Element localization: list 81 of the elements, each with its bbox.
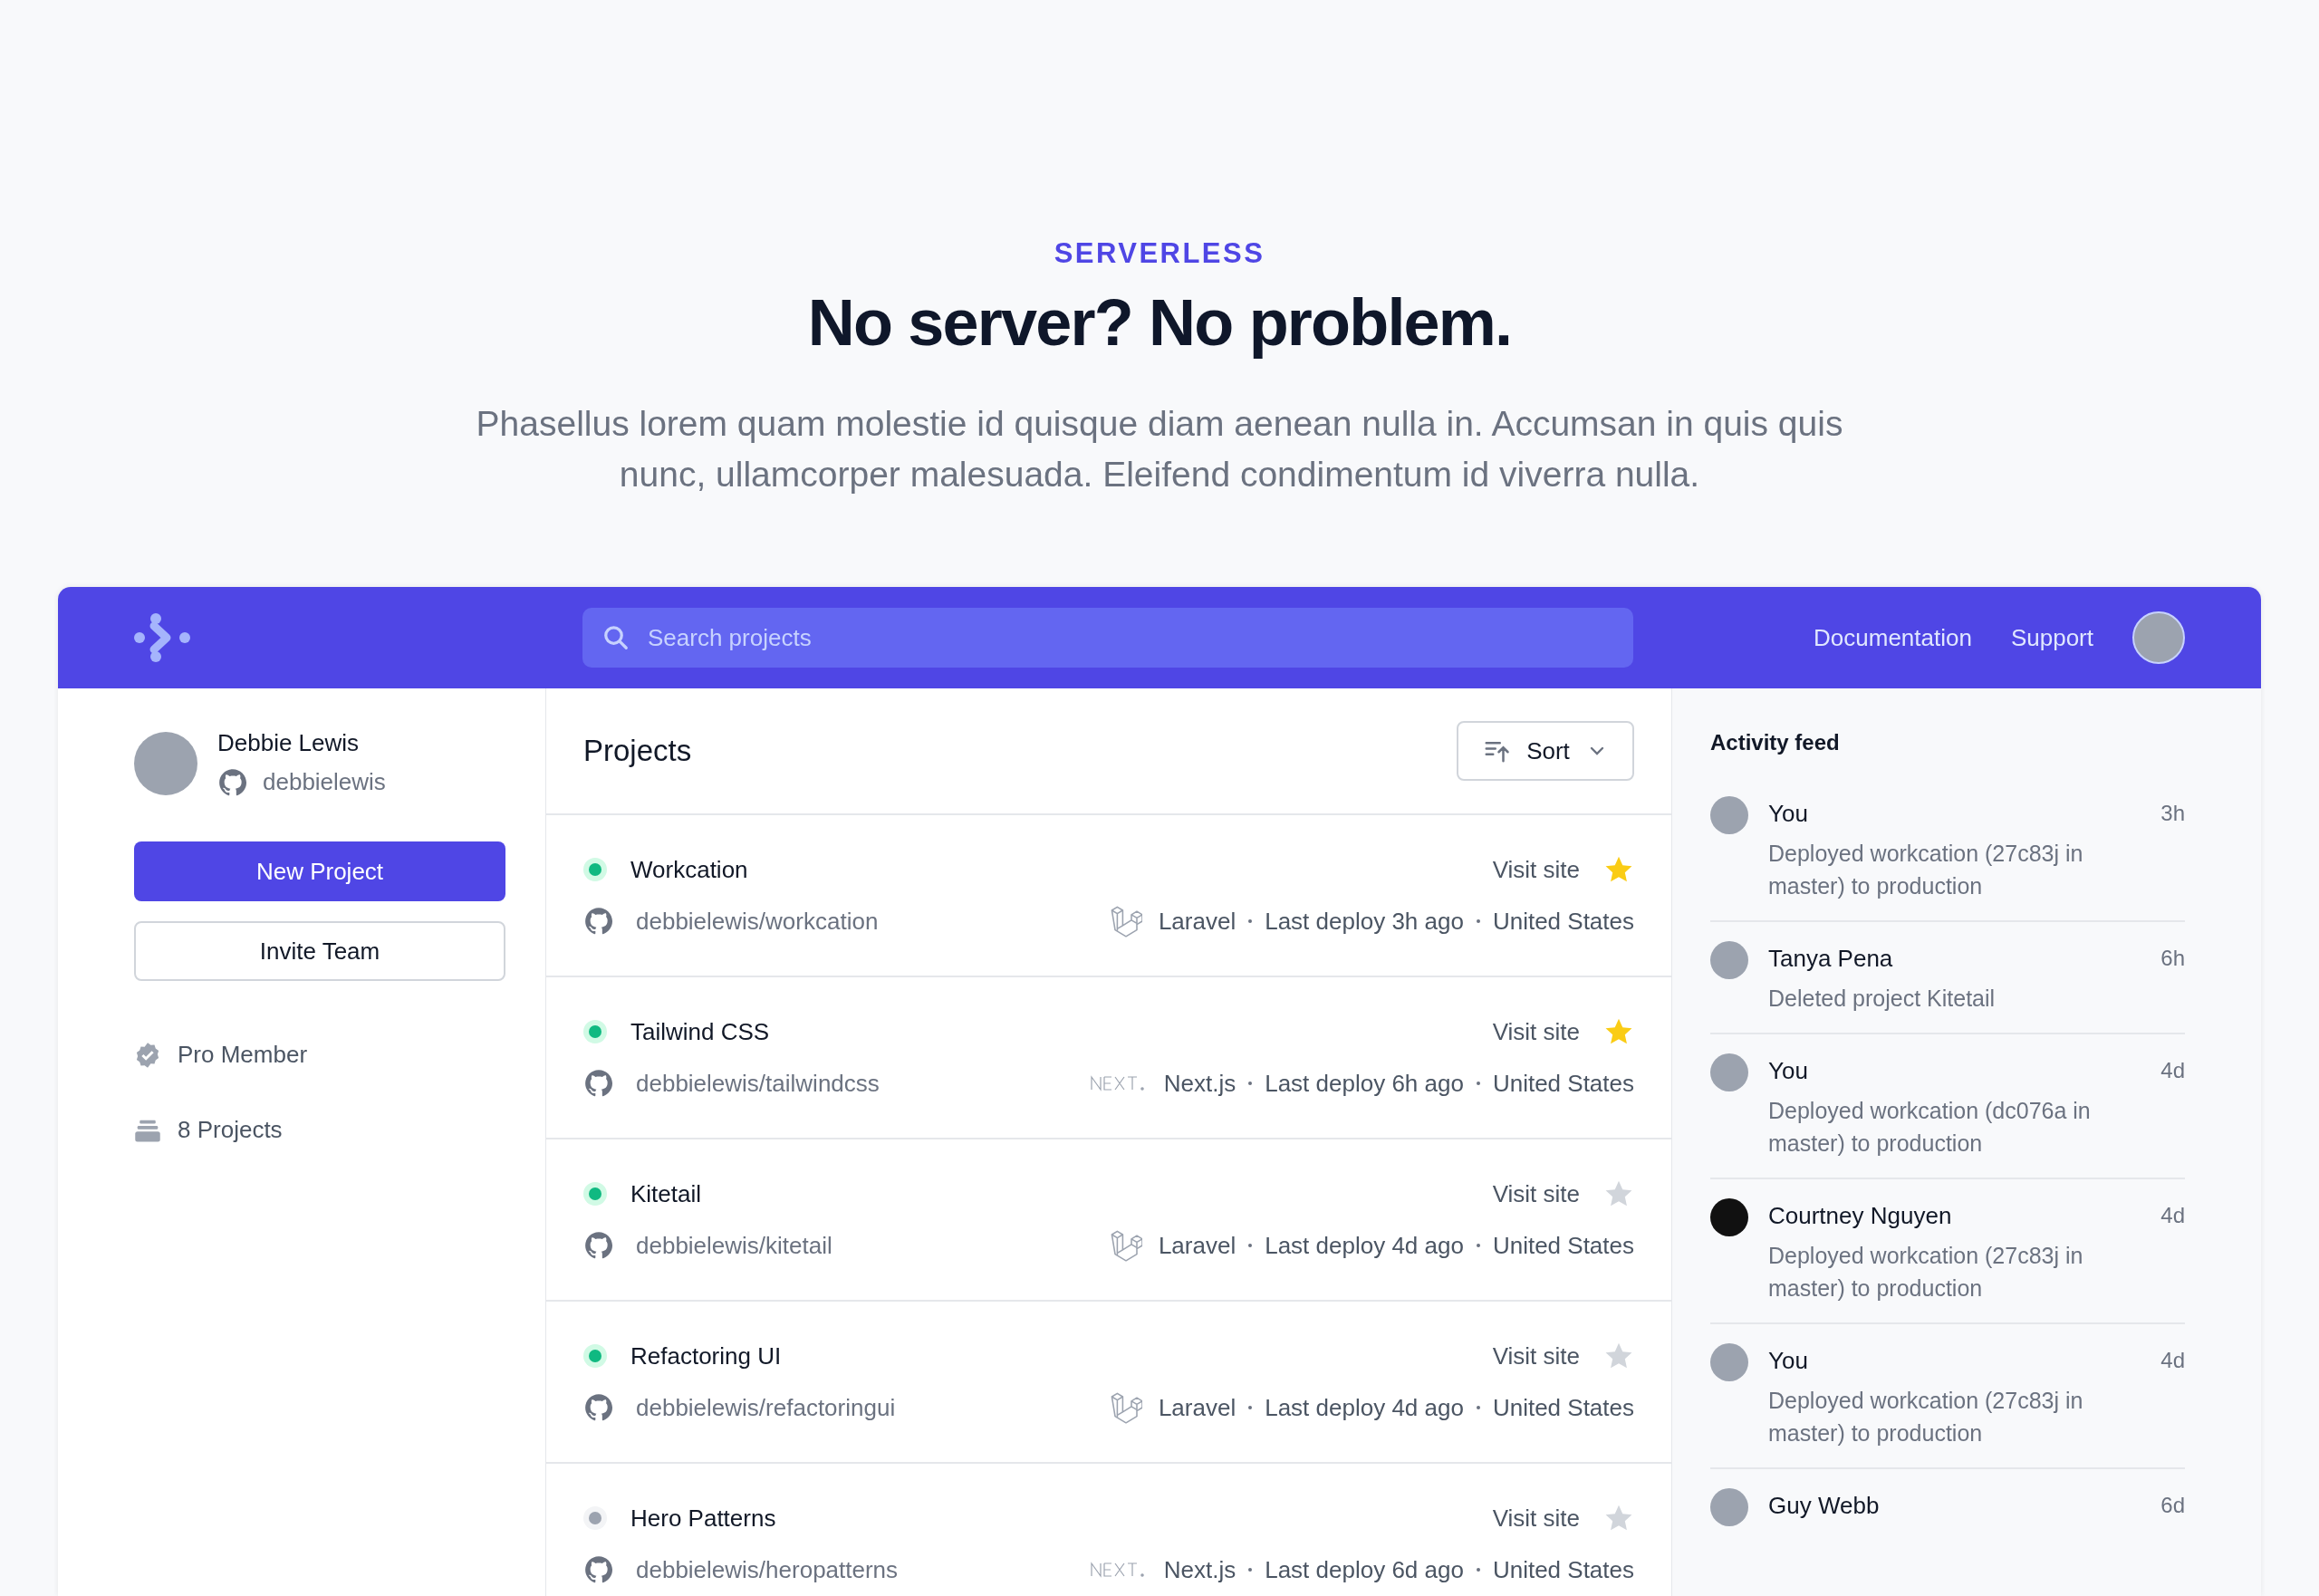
activity-description: Deployed workcation (27c83j in master) to production (1768, 1387, 2084, 1447)
github-icon (583, 1392, 614, 1423)
visit-site-link[interactable]: Visit site (1492, 1176, 1580, 1212)
deploy-location: United States (1492, 1392, 1634, 1423)
profile-username: debbielewis (263, 767, 386, 797)
projects-title: Projects (583, 733, 692, 770)
laravel-logo-icon (1109, 1229, 1142, 1262)
repo-name: debbielewis/workcation (636, 906, 879, 937)
framework-name: Laravel (1158, 1392, 1236, 1423)
user-avatar (1710, 1488, 1748, 1526)
stat-label: 8 Projects (178, 1115, 283, 1145)
activity-user: You (1768, 1055, 1808, 1086)
activity-user: You (1768, 798, 1808, 829)
visit-site-link[interactable]: Visit site (1492, 1338, 1580, 1374)
deploy-time: Last deploy 6d ago (1265, 1554, 1464, 1585)
repo-name: debbielewis/heropatterns (636, 1554, 899, 1585)
new-project-button[interactable]: New Project (134, 841, 505, 901)
project-name: Workcation (630, 854, 748, 885)
deploy-time: Last deploy 6h ago (1265, 1068, 1464, 1099)
activity-time: 6d (2160, 1492, 2185, 1519)
activity-time: 6h (2160, 945, 2185, 972)
repo-name: debbielewis/kitetail (636, 1230, 832, 1261)
github-icon (217, 766, 248, 798)
deploy-location: United States (1492, 1068, 1634, 1099)
deploy-time: Last deploy 4d ago (1265, 1392, 1464, 1423)
activity-description: Deployed workcation (27c83j in master) to production (1768, 840, 2084, 900)
activity-time: 4d (2160, 1202, 2185, 1229)
hero-description: Phasellus lorem quam molestie id quisque diam aenean nulla in. Accumsan in quis quis nunc, ullamcorper malesuada. Eleifend condimentum id viverra nulla. (475, 403, 1844, 495)
user-avatar (1710, 1198, 1748, 1236)
deploy-time: Last deploy 3h ago (1265, 906, 1464, 937)
visit-site-link[interactable]: Visit site (1492, 1500, 1580, 1536)
repo-name: debbielewis/tailwindcss (636, 1068, 880, 1099)
invite-team-button[interactable]: Invite Team (134, 921, 505, 981)
badge-check-icon (134, 1041, 161, 1069)
project-name: Hero Patterns (630, 1503, 776, 1534)
visit-site-link[interactable]: Visit site (1492, 1014, 1580, 1050)
profile-name: Debbie Lewis (217, 728, 361, 758)
repo-name: debbielewis/refactoringui (636, 1392, 896, 1423)
laravel-logo-icon (1109, 1391, 1142, 1424)
nav-link[interactable]: Documentation (1814, 620, 1972, 656)
activity-user: Guy Webb (1768, 1490, 1880, 1521)
project-name: Refactoring UI (630, 1341, 782, 1371)
activity-user: Tanya Pena (1768, 943, 1893, 974)
deploy-location: United States (1492, 906, 1634, 937)
user-avatar (1710, 796, 1748, 834)
framework-name: Next.js (1163, 1554, 1236, 1585)
activity-time: 3h (2160, 800, 2185, 827)
user-avatar (1710, 941, 1748, 979)
hero-heading: No server? No problem. (807, 285, 1512, 361)
activity-user: Courtney Nguyen (1768, 1200, 1952, 1231)
github-icon (583, 1068, 614, 1099)
stat-label: Pro Member (178, 1040, 308, 1070)
sort-button[interactable]: Sort (1457, 721, 1634, 781)
search-field[interactable]: Search projects (582, 608, 1633, 668)
deploy-time: Last deploy 4d ago (1265, 1230, 1464, 1261)
user-avatar[interactable] (2132, 611, 2185, 664)
github-icon (583, 1230, 614, 1261)
search-icon (602, 624, 630, 651)
framework-name: Next.js (1163, 1068, 1236, 1099)
activity-time: 4d (2160, 1347, 2185, 1374)
section-eyebrow: SERVERLESS (1054, 236, 1265, 271)
project-name: Tailwind CSS (630, 1016, 770, 1047)
visit-site-link[interactable]: Visit site (1492, 851, 1580, 888)
activity-description: Deleted project Kitetail (1768, 985, 1997, 1013)
deploy-location: United States (1492, 1230, 1634, 1261)
deploy-location: United States (1492, 1554, 1634, 1585)
activity-description: Deployed workcation (27c83j in master) to production (1768, 1242, 2084, 1303)
activity-time: 4d (2160, 1057, 2185, 1084)
project-name: Kitetail (630, 1178, 702, 1209)
framework-name: Laravel (1158, 906, 1236, 937)
activity-feed-title: Activity feed (1710, 729, 1841, 756)
activity-description: Deployed workcation (dc076a in master) to production (1768, 1097, 2092, 1158)
github-icon (583, 906, 614, 937)
activity-user: You (1768, 1345, 1808, 1376)
github-icon (583, 1554, 614, 1585)
laravel-logo-icon (1109, 905, 1142, 937)
user-avatar (1710, 1343, 1748, 1381)
framework-name: Laravel (1158, 1230, 1236, 1261)
user-avatar (1710, 1053, 1748, 1091)
nav-link[interactable]: Support (2010, 620, 2093, 656)
logo-icon (134, 613, 190, 662)
